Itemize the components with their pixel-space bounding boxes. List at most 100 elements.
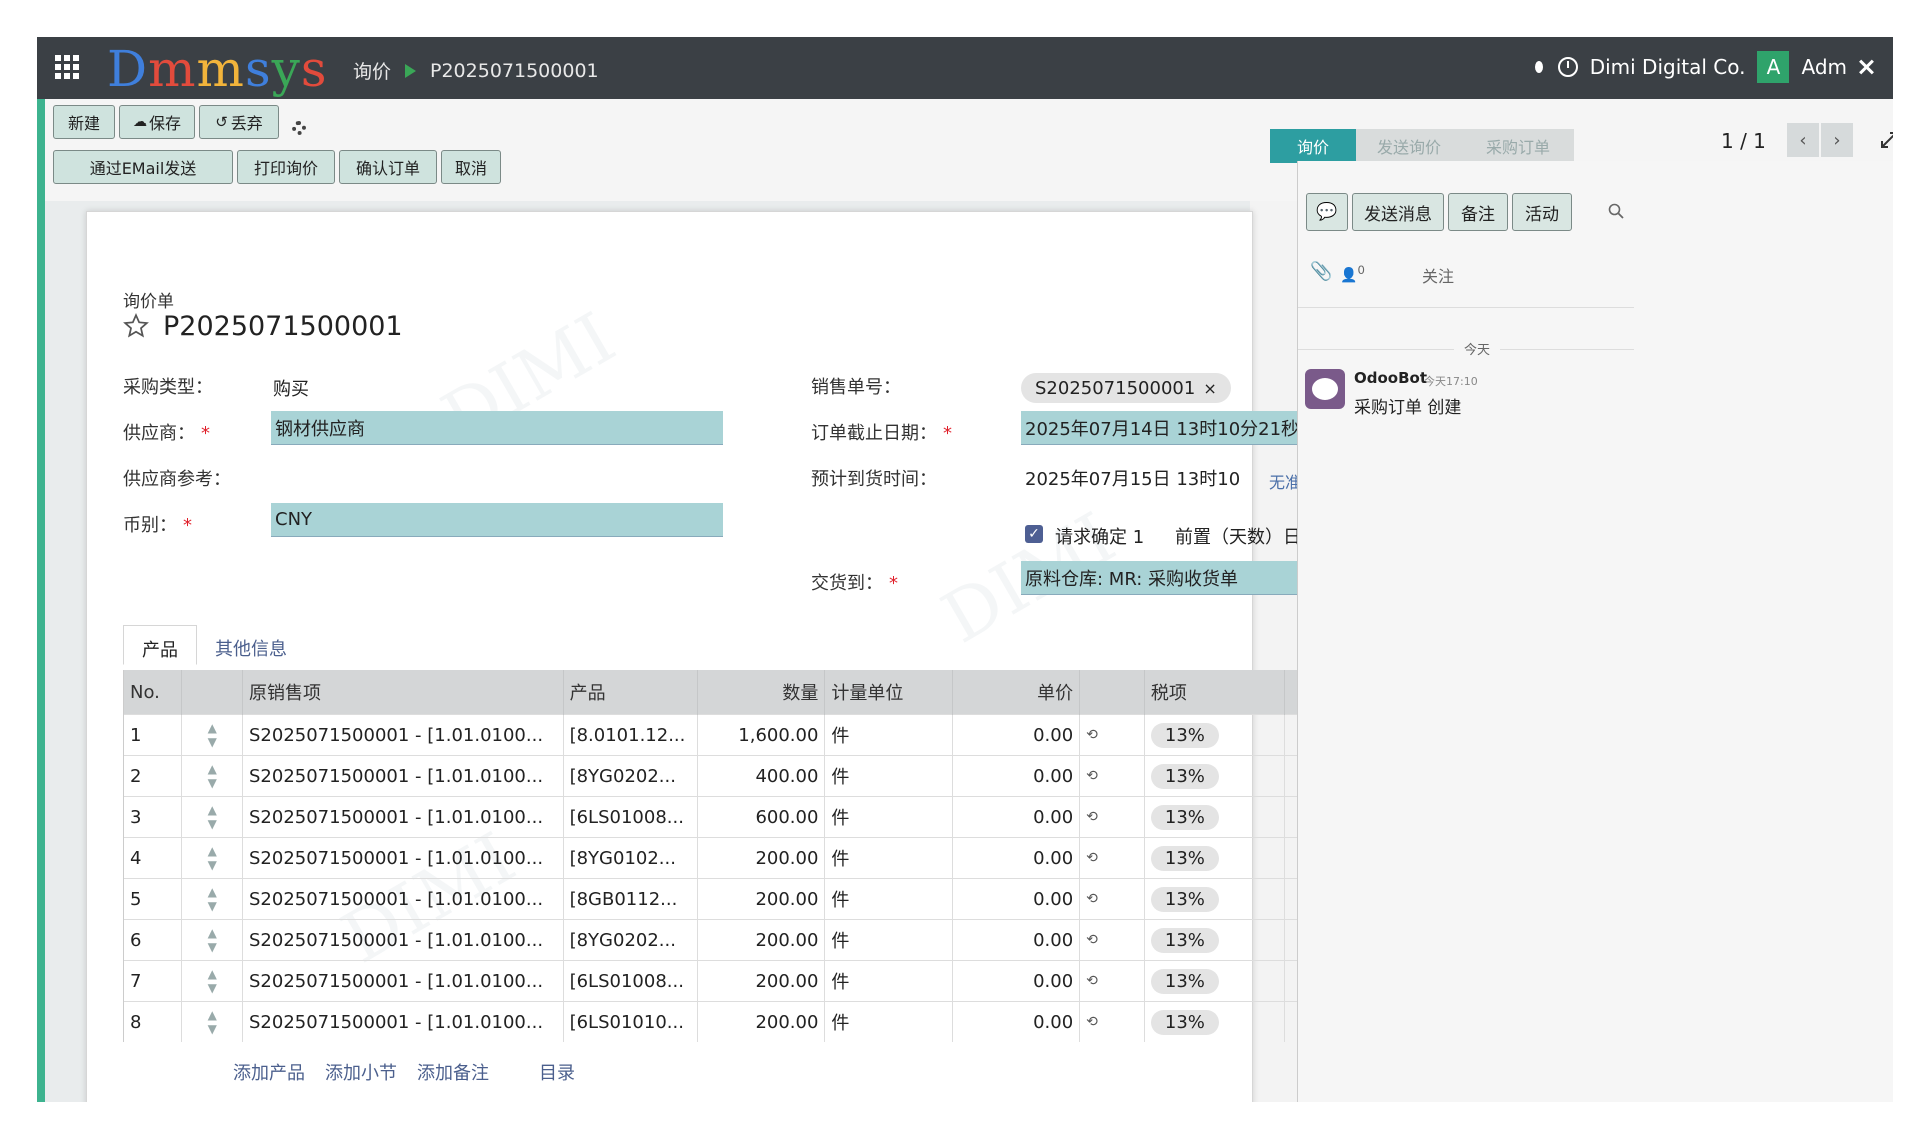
- table-row[interactable]: 6 ▲ ▼ S2025071500001 - [1.01.0100... [8YG020…: [122, 919, 1454, 961]
- row-product[interactable]: [8.0101.12...: [563, 714, 699, 756]
- table-row[interactable]: 1 ▲ ▼ S2025071500001 - [1.01.0100... [8.0101…: [122, 714, 1454, 756]
- row-origin[interactable]: S2025071500001 - [1.01.0100...: [242, 1001, 564, 1042]
- gear-icon[interactable]: [292, 121, 306, 135]
- price-history-icon[interactable]: ⟲: [1079, 714, 1145, 756]
- drag-handle-icon[interactable]: ▲ ▼: [181, 960, 243, 1002]
- row-uom[interactable]: 件: [824, 837, 953, 879]
- table-row[interactable]: 7 ▲ ▼ S2025071500001 - [1.01.0100... [6LS010…: [122, 960, 1454, 1002]
- cancel-button[interactable]: 取消: [441, 150, 501, 184]
- row-uom[interactable]: 件: [824, 796, 953, 838]
- row-unit-price[interactable]: 0.00: [952, 837, 1081, 879]
- row-unit-price[interactable]: 0.00: [952, 960, 1081, 1002]
- activity-clock-icon[interactable]: [1557, 57, 1578, 77]
- row-quantity[interactable]: 200.00: [697, 919, 826, 961]
- table-row[interactable]: 2 ▲ ▼ S2025071500001 - [1.01.0100... [8YG020…: [122, 755, 1454, 797]
- row-quantity[interactable]: 1,600.00: [697, 714, 826, 756]
- pager-next-button[interactable]: ›: [1821, 123, 1853, 157]
- row-tax[interactable]: 13%: [1144, 837, 1285, 879]
- row-uom[interactable]: 件: [824, 919, 953, 961]
- row-origin[interactable]: S2025071500001 - [1.01.0100...: [242, 960, 564, 1002]
- row-unit-price[interactable]: 0.00: [952, 796, 1081, 838]
- company-switcher[interactable]: Dimi Digital Co.: [1590, 55, 1746, 79]
- row-uom[interactable]: 件: [824, 878, 953, 920]
- sale-order-tag[interactable]: S2025071500001 ×: [1021, 373, 1231, 403]
- send-message-button[interactable]: 发送消息: [1352, 193, 1444, 231]
- row-origin[interactable]: S2025071500001 - [1.01.0100...: [242, 796, 564, 838]
- row-quantity[interactable]: 200.00: [697, 837, 826, 879]
- message-author[interactable]: OdooBot: [1354, 369, 1427, 387]
- row-unit-price[interactable]: 0.00: [952, 878, 1081, 920]
- price-history-icon[interactable]: ⟲: [1079, 1001, 1145, 1042]
- price-history-icon[interactable]: ⟲: [1079, 837, 1145, 879]
- confirm-order-button[interactable]: 确认订单: [339, 150, 437, 184]
- row-unit-price[interactable]: 0.00: [952, 755, 1081, 797]
- tab-products[interactable]: 产品: [123, 625, 197, 665]
- add-section-link[interactable]: 添加小节: [325, 1059, 397, 1085]
- price-history-icon[interactable]: ⟲: [1079, 919, 1145, 961]
- drag-handle-icon[interactable]: ▲ ▼: [181, 714, 243, 756]
- pager-value[interactable]: 1 / 1: [1721, 129, 1766, 153]
- pager-prev-button[interactable]: ‹: [1787, 123, 1819, 157]
- star-icon[interactable]: [123, 313, 149, 343]
- col-origin[interactable]: 原销售项: [242, 670, 564, 715]
- row-origin[interactable]: S2025071500001 - [1.01.0100...: [242, 878, 564, 920]
- col-no[interactable]: No.: [122, 670, 183, 715]
- row-uom[interactable]: 件: [824, 755, 953, 797]
- row-product[interactable]: [6LS01008...: [563, 796, 699, 838]
- new-button[interactable]: 新建: [53, 105, 115, 139]
- tab-other-info[interactable]: 其他信息: [197, 625, 305, 665]
- row-uom[interactable]: 件: [824, 714, 953, 756]
- table-row[interactable]: 4 ▲ ▼ S2025071500001 - [1.01.0100... [8YG010…: [122, 837, 1454, 879]
- print-rfq-button[interactable]: 打印询价: [237, 150, 335, 184]
- table-row[interactable]: 5 ▲ ▼ S2025071500001 - [1.01.0100... [8GB011…: [122, 878, 1454, 920]
- confirm-request-checkbox[interactable]: ✓: [1025, 525, 1043, 543]
- price-history-icon[interactable]: ⟲: [1079, 878, 1145, 920]
- paperclip-icon[interactable]: 📎: [1310, 261, 1332, 282]
- expected-arrival-value[interactable]: 2025年07月15日 13时10: [1025, 465, 1240, 491]
- row-tax[interactable]: 13%: [1144, 878, 1285, 920]
- col-quantity[interactable]: 数量: [697, 670, 826, 715]
- drag-handle-icon[interactable]: ▲ ▼: [181, 837, 243, 879]
- chat-icon-button[interactable]: 💬: [1306, 193, 1348, 231]
- row-tax[interactable]: 13%: [1144, 919, 1285, 961]
- brand-logo[interactable]: Dmmsys: [107, 41, 328, 97]
- row-product[interactable]: [8YG0202...: [563, 919, 699, 961]
- row-unit-price[interactable]: 0.00: [952, 714, 1081, 756]
- row-origin[interactable]: S2025071500001 - [1.01.0100...: [242, 919, 564, 961]
- col-taxes[interactable]: 税项: [1144, 670, 1285, 715]
- fullscreen-icon[interactable]: [1859, 60, 1873, 74]
- status-purchase-order[interactable]: 采购订单: [1462, 129, 1574, 163]
- row-uom[interactable]: 件: [824, 960, 953, 1002]
- remove-tag-icon[interactable]: ×: [1203, 379, 1216, 398]
- activity-button[interactable]: 活动: [1512, 193, 1572, 231]
- expand-icon[interactable]: [1880, 131, 1893, 148]
- col-product[interactable]: 产品: [563, 670, 699, 715]
- status-rfq[interactable]: 询价: [1270, 129, 1356, 163]
- save-button[interactable]: ☁ 保存: [119, 105, 195, 139]
- row-unit-price[interactable]: 0.00: [952, 1001, 1081, 1042]
- price-history-icon[interactable]: ⟲: [1079, 796, 1145, 838]
- row-origin[interactable]: S2025071500001 - [1.01.0100...: [242, 837, 564, 879]
- purchase-type-value[interactable]: 购买: [273, 375, 309, 401]
- log-note-button[interactable]: 备注: [1448, 193, 1508, 231]
- price-history-icon[interactable]: ⟲: [1079, 755, 1145, 797]
- row-origin[interactable]: S2025071500001 - [1.01.0100...: [242, 755, 564, 797]
- user-avatar[interactable]: A: [1757, 51, 1790, 83]
- add-product-link[interactable]: 添加产品: [233, 1059, 305, 1085]
- apps-menu-icon[interactable]: [55, 55, 79, 79]
- breadcrumb-parent[interactable]: 询价: [353, 57, 391, 84]
- add-note-link[interactable]: 添加备注: [417, 1059, 489, 1085]
- drag-handle-icon[interactable]: ▲ ▼: [181, 755, 243, 797]
- vendor-field[interactable]: 钢材供应商: [271, 411, 723, 445]
- send-email-button[interactable]: 通过EMail发送: [53, 150, 233, 184]
- debug-icon[interactable]: [1532, 59, 1546, 75]
- row-quantity[interactable]: 200.00: [697, 878, 826, 920]
- row-quantity[interactable]: 600.00: [697, 796, 826, 838]
- row-quantity[interactable]: 400.00: [697, 755, 826, 797]
- row-unit-price[interactable]: 0.00: [952, 919, 1081, 961]
- status-rfq-sent[interactable]: 发送询价: [1356, 129, 1462, 163]
- row-tax[interactable]: 13%: [1144, 796, 1285, 838]
- drag-handle-icon[interactable]: ▲ ▼: [181, 796, 243, 838]
- drag-handle-icon[interactable]: ▲ ▼: [181, 1001, 243, 1042]
- row-product[interactable]: [6LS01010...: [563, 1001, 699, 1042]
